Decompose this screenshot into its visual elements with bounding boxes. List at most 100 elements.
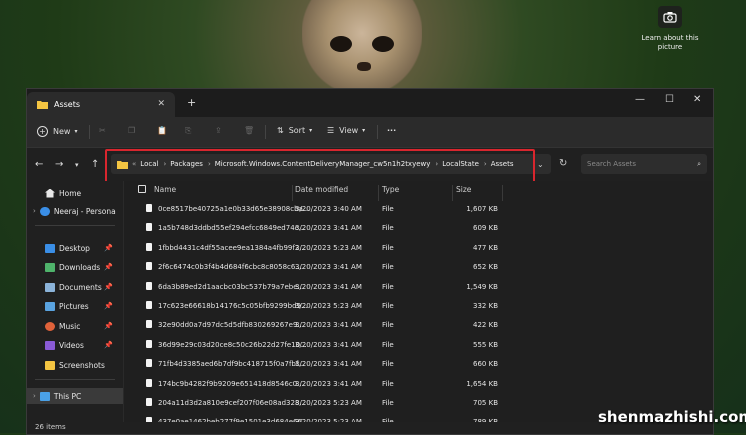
wallpaper-eye (372, 36, 394, 52)
file-name: 1fbbd4431c4df55acee9ea1384a4fb99f2... (158, 243, 306, 252)
file-icon (146, 262, 152, 271)
divider (265, 125, 266, 139)
new-button[interactable]: + New ▾ (37, 126, 77, 137)
file-size: 609 KB (473, 224, 498, 233)
pin-icon: 📌 (104, 302, 113, 310)
file-icon (146, 204, 152, 212)
sidebar-item-this-pc[interactable]: › This PC (27, 388, 123, 404)
document-icon (45, 282, 55, 292)
file-icon (146, 398, 152, 406)
file-icon (146, 320, 152, 329)
column-name[interactable]: Name (154, 185, 176, 194)
cut-icon[interactable]: ✂ (99, 126, 106, 135)
sidebar-item-videos[interactable]: Videos 📌 (27, 337, 123, 353)
learn-about-picture-label[interactable]: Learn about this picture (640, 34, 700, 52)
sidebar-item-desktop[interactable]: Desktop 📌 (27, 240, 123, 256)
file-name: 204a11d3d2a810e9cef207f06e08ad328... (158, 399, 307, 407)
folder-icon (37, 101, 48, 109)
file-size: 555 KB (473, 340, 498, 349)
sidebar-item-music[interactable]: Music 📌 (27, 318, 123, 334)
sidebar-item-screenshots[interactable]: Screenshots (27, 357, 123, 373)
tab-title: Assets (54, 100, 81, 109)
rename-icon[interactable]: ⎘ (185, 126, 191, 136)
column-size[interactable]: Size (456, 185, 471, 194)
tab-assets[interactable]: Assets ✕ (27, 92, 175, 117)
more-options-button[interactable]: ··· (387, 126, 396, 135)
forward-arrow-icon[interactable]: → (55, 159, 63, 170)
sort-button[interactable]: ⇅ Sort ▾ (277, 126, 312, 135)
divider (89, 125, 90, 139)
navigation-pane: Home › Neeraj - Persona Desktop 📌 Downlo… (27, 181, 123, 422)
file-size: 477 KB (473, 243, 498, 252)
download-icon (45, 262, 55, 272)
folder-icon (45, 360, 55, 370)
back-arrow-icon[interactable]: ← (35, 159, 43, 170)
up-arrow-icon[interactable]: ↑ (91, 159, 99, 170)
table-row[interactable]: 0ce8517be40725a1e0b33d65e38908cba... 3/20… (124, 199, 713, 218)
computer-icon (39, 391, 50, 401)
file-type: File (382, 224, 394, 233)
sidebar-item-label: Desktop (59, 243, 90, 253)
table-row[interactable]: 174bc9b4282f9b9209e651418d8546c0... 3/20/… (124, 374, 713, 393)
wallpaper-meerkat (302, 0, 422, 95)
divider (35, 379, 115, 380)
search-input[interactable]: Search Assets ⌕ (581, 154, 707, 174)
file-size: 1,654 KB (466, 379, 498, 388)
sidebar-item-label: Music (59, 321, 81, 331)
item-count: 26 items (35, 423, 66, 431)
sidebar-item-pictures[interactable]: Pictures 📌 (27, 298, 123, 314)
file-date: 3/20/2023 3:41 AM (295, 224, 362, 233)
table-row[interactable]: 17c623e66618b14176c5c05bfb9299bd9... 3/20… (124, 296, 713, 315)
search-icon: ⌕ (697, 159, 701, 168)
camera-icon[interactable] (658, 6, 682, 28)
minimize-button[interactable]: — (635, 94, 645, 105)
address-dropdown-icon[interactable]: ⌄ (537, 160, 544, 169)
new-tab-button[interactable]: + (187, 96, 196, 109)
file-type: File (382, 321, 394, 330)
paste-icon[interactable]: 📋 (157, 126, 167, 135)
sidebar-item-documents[interactable]: Documents 📌 (27, 279, 123, 295)
file-date: 3/20/2023 3:41 AM (295, 360, 362, 369)
table-row[interactable]: 36d99e29c03d20ce8c50c26b22d27fe10... 3/20… (124, 335, 713, 354)
table-row[interactable]: 6da3b89ed2d1aacbc03bc537b79a7ebe... 3/20/… (124, 277, 713, 296)
table-row[interactable]: 71fb4d3385aed6b7df9bc418715f0a7fbf... 3/2… (124, 354, 713, 373)
copy-icon[interactable]: ❐ (128, 126, 135, 135)
select-all-checkbox[interactable] (138, 185, 146, 193)
file-type: File (382, 379, 394, 388)
file-type: File (382, 360, 394, 369)
close-button[interactable]: ✕ (693, 94, 701, 105)
view-button[interactable]: ☰ View ▾ (327, 126, 365, 135)
table-row[interactable]: 2f6c6474c0b3f4b4d684f6cbc8c8058c6... 3/20… (124, 257, 713, 276)
table-row[interactable]: 1a5b748d3ddbd55ef294efcc6849ed74c... 3/20… (124, 218, 713, 237)
music-icon (45, 321, 55, 331)
column-type[interactable]: Type (382, 185, 399, 194)
sidebar-item-label: Screenshots (59, 360, 105, 370)
column-date-modified[interactable]: Date modified (295, 185, 348, 194)
maximize-button[interactable]: ☐ (665, 94, 674, 105)
file-type: File (382, 399, 394, 407)
address-row: ← → ▾ ↑ « Local › Packages › Microsoft.W… (27, 148, 713, 183)
file-name: 174bc9b4282f9b9209e651418d8546c0... (158, 379, 304, 388)
file-explorer-window: Assets ✕ + — ☐ ✕ + New ▾ ✂ ❐ 📋 ⎘ ⇪ 🗑 ⇅ S… (26, 88, 714, 435)
recent-chevron-icon[interactable]: ▾ (75, 161, 79, 169)
file-name: 36d99e29c03d20ce8c50c26b22d27fe10... (158, 340, 307, 349)
file-size: 1,607 KB (466, 205, 498, 213)
sidebar-item-onedrive[interactable]: › Neeraj - Persona (27, 203, 123, 219)
table-row[interactable]: 32e90dd0a7d97dc5d5dfb830269267e9... 3/20/… (124, 315, 713, 334)
file-name: 6da3b89ed2d1aacbc03bc537b79a7ebe... (158, 282, 305, 291)
sidebar-item-downloads[interactable]: Downloads 📌 (27, 259, 123, 275)
close-tab-icon[interactable]: ✕ (157, 99, 165, 109)
pin-icon: 📌 (104, 341, 113, 349)
sidebar-item-home[interactable]: Home (27, 185, 123, 201)
chevron-down-icon: ▾ (74, 128, 78, 135)
file-type: File (382, 243, 394, 252)
refresh-icon[interactable]: ↻ (559, 158, 567, 169)
table-row[interactable]: 1fbbd4431c4df55acee9ea1384a4fb99f2... 3/2… (124, 238, 713, 257)
file-date: 3/20/2023 5:23 AM (295, 243, 362, 252)
file-name: 2f6c6474c0b3f4b4d684f6cbc8c8058c6... (158, 263, 303, 272)
share-icon[interactable]: ⇪ (215, 126, 222, 135)
file-name: 71fb4d3385aed6b7df9bc418715f0a7fbf... (158, 360, 305, 369)
file-date: 3/20/2023 5:23 AM (295, 399, 362, 407)
delete-icon[interactable]: 🗑 (244, 126, 254, 135)
file-type: File (382, 282, 394, 291)
